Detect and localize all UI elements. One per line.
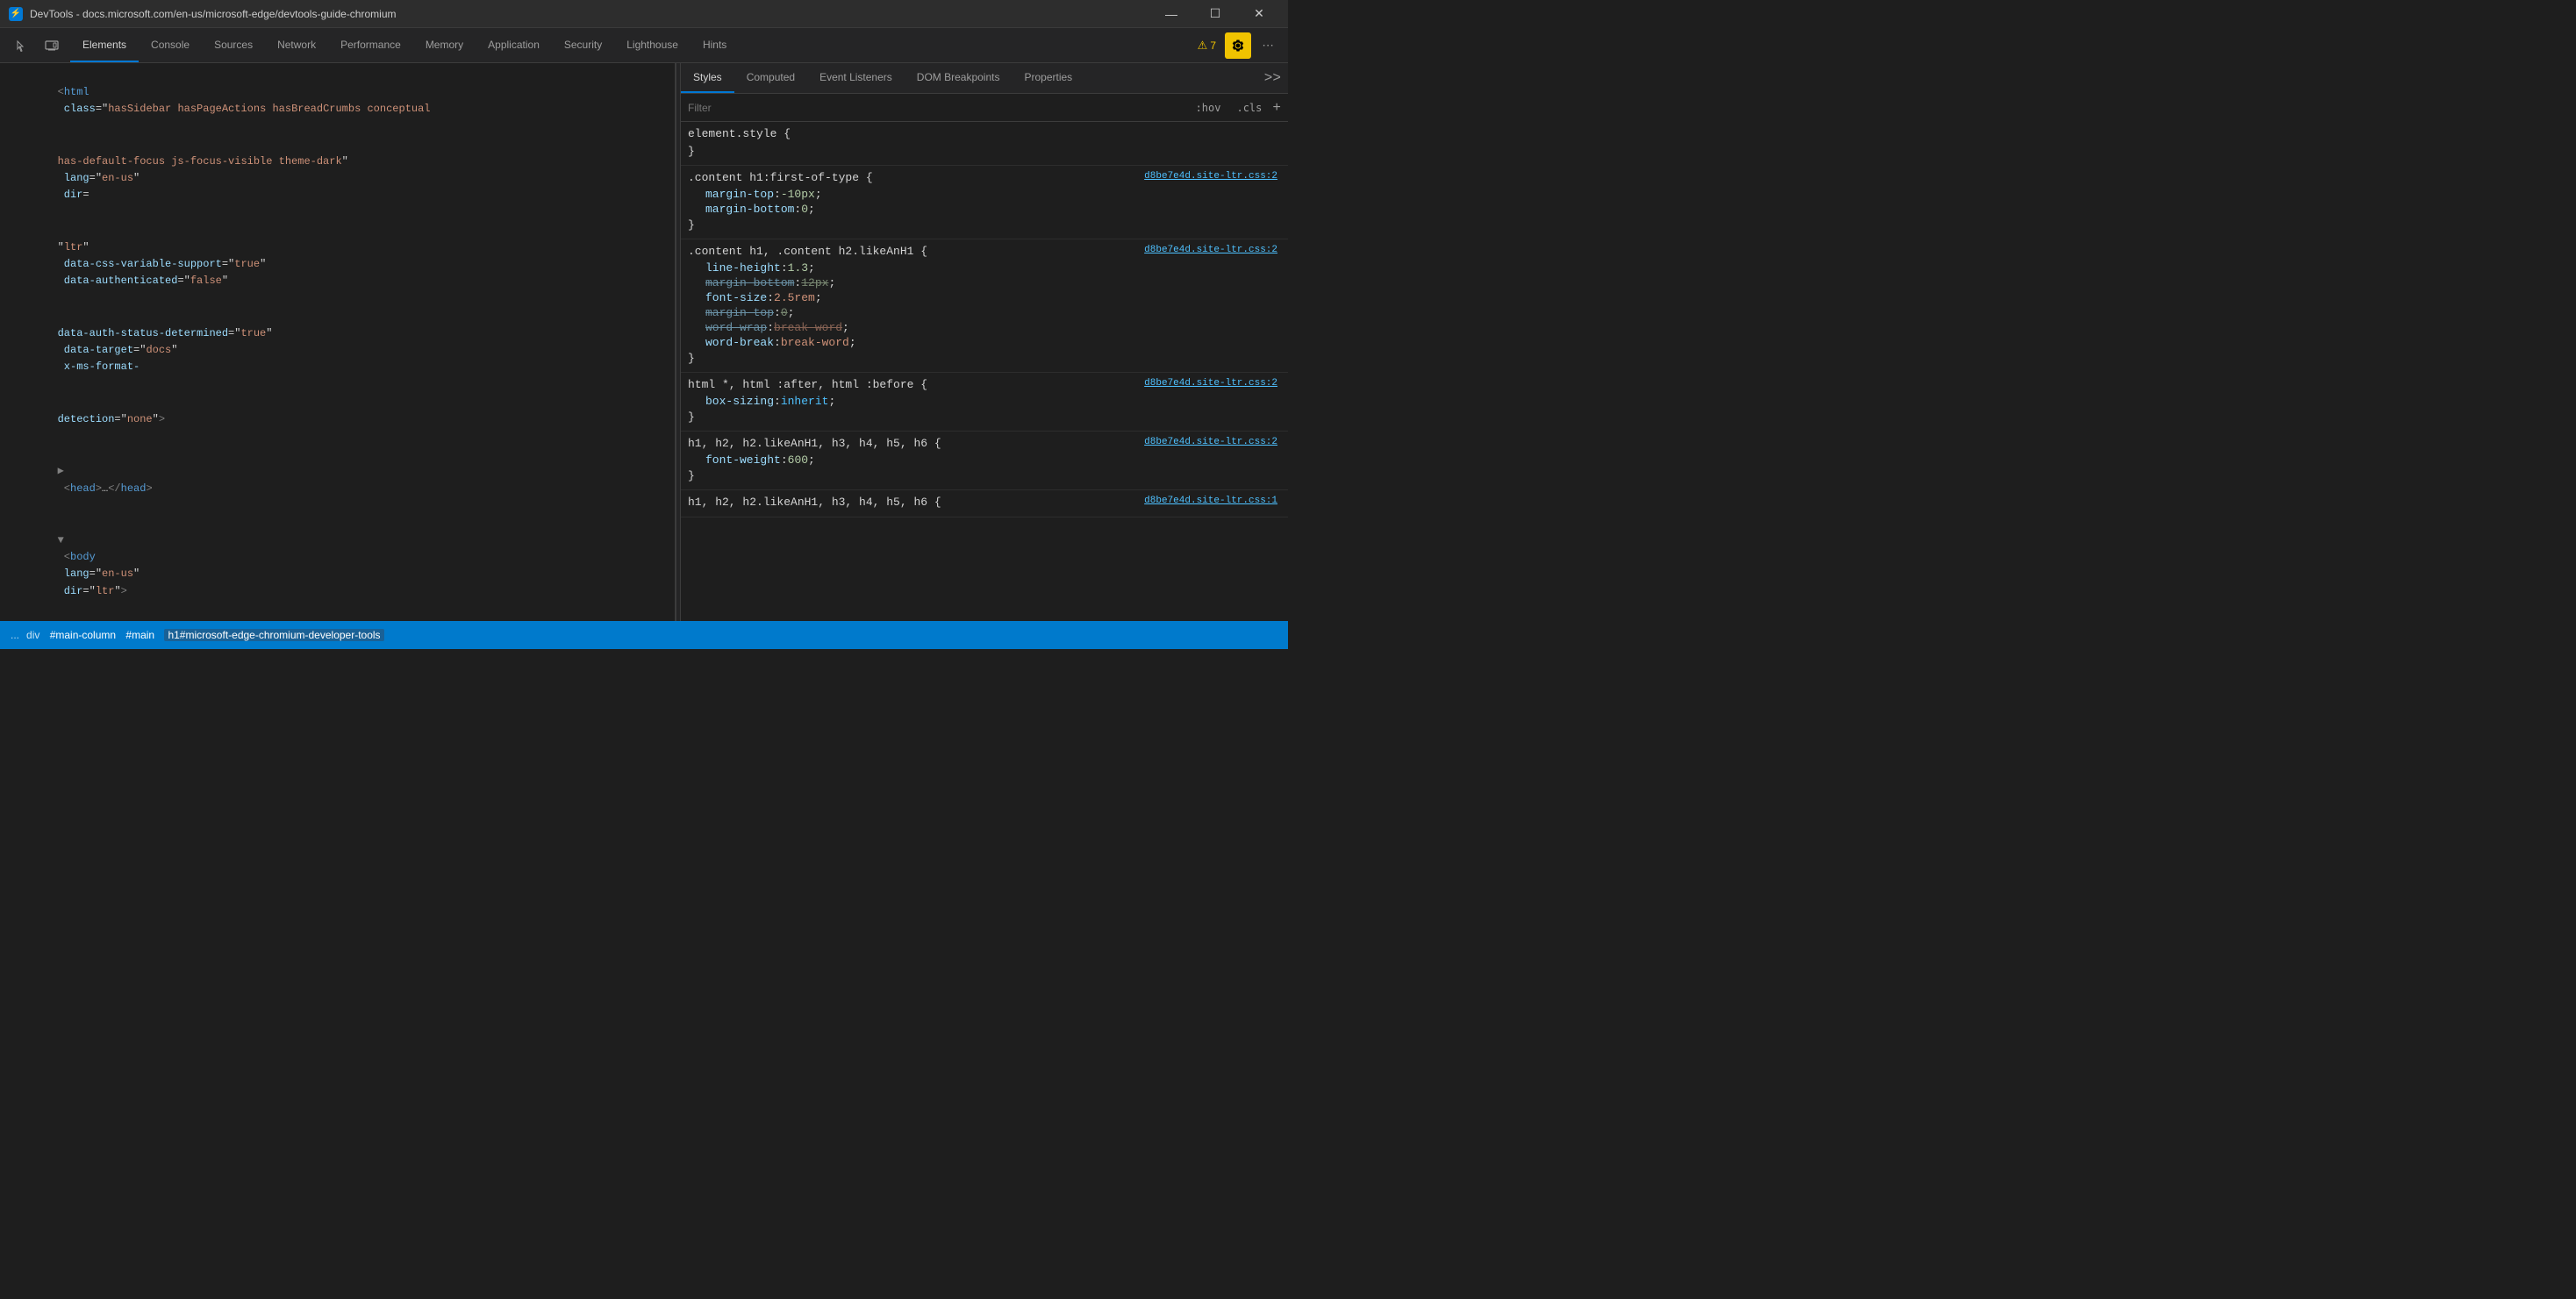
html-line: has-default-focus js-focus-visible theme…: [0, 136, 675, 222]
tab-application[interactable]: Application: [476, 28, 552, 62]
tab-bar-actions: ⚠ 7 ⋯: [1192, 28, 1288, 62]
breadcrumb-div[interactable]: div: [26, 629, 39, 641]
css-source[interactable]: d8be7e4d.site-ltr.css:2: [1144, 378, 1277, 389]
filter-input[interactable]: [688, 102, 1184, 114]
css-property: margin-bottom: 0;: [688, 202, 1277, 217]
css-property: word-break: break-word;: [688, 335, 1277, 350]
css-selector-row: .content h1, .content h2.likeAnH1 { d8be…: [688, 245, 1277, 261]
tab-styles[interactable]: Styles: [681, 63, 734, 93]
css-closing: }: [688, 143, 1277, 160]
css-rule: h1, h2, h2.likeAnH1, h3, h4, h5, h6 { d8…: [681, 432, 1288, 490]
title-bar: ⚡ DevTools - docs.microsoft.com/en-us/mi…: [0, 0, 1288, 28]
styles-panel: Styles Computed Event Listeners DOM Brea…: [681, 63, 1288, 621]
elements-panel: <html class="hasSidebar hasPageActions h…: [0, 63, 676, 621]
warning-count: 7: [1210, 39, 1216, 52]
breadcrumb-main[interactable]: #main: [125, 629, 154, 641]
status-bar: ... div #main-column #main h1#microsoft-…: [0, 621, 1288, 649]
main-layout: <html class="hasSidebar hasPageActions h…: [0, 63, 1288, 621]
breadcrumb-main-column[interactable]: #main-column: [50, 629, 116, 641]
devtools-icon: ⚡: [9, 7, 23, 21]
css-selector: .content h1:first-of-type {: [688, 171, 873, 184]
css-source[interactable]: d8be7e4d.site-ltr.css:2: [1144, 245, 1277, 255]
html-line: <html class="hasSidebar hasPageActions h…: [0, 67, 675, 136]
css-closing: }: [688, 350, 1277, 367]
html-tree[interactable]: <html class="hasSidebar hasPageActions h…: [0, 63, 675, 621]
tab-elements[interactable]: Elements: [70, 28, 139, 62]
css-rules: element.style { } .content h1:first-of-t…: [681, 122, 1288, 621]
styles-tab-bar: Styles Computed Event Listeners DOM Brea…: [681, 63, 1288, 94]
tab-security[interactable]: Security: [552, 28, 614, 62]
css-selector-row: .content h1:first-of-type { d8be7e4d.sit…: [688, 171, 1277, 187]
status-more[interactable]: ...: [11, 629, 19, 641]
css-rule: .content h1:first-of-type { d8be7e4d.sit…: [681, 166, 1288, 239]
css-selector: html *, html :after, html :before {: [688, 378, 927, 391]
css-property: word-wrap: break-word;: [688, 320, 1277, 335]
tab-memory[interactable]: Memory: [413, 28, 476, 62]
css-property: margin-top: -10px;: [688, 187, 1277, 202]
maximize-button[interactable]: ☐: [1195, 0, 1235, 28]
tab-hints[interactable]: Hints: [691, 28, 739, 62]
html-line: detection="none">: [0, 394, 675, 446]
css-selector-row: h1, h2, h2.likeAnH1, h3, h4, h5, h6 { d8…: [688, 496, 1277, 511]
html-line[interactable]: ▼ <body lang="en-us" dir="ltr">: [0, 515, 675, 617]
css-closing: }: [688, 409, 1277, 425]
css-rule: h1, h2, h2.likeAnH1, h3, h4, h5, h6 { d8…: [681, 490, 1288, 517]
css-selector-row: html *, html :after, html :before { d8be…: [688, 378, 1277, 394]
css-property: line-height: 1.3;: [688, 261, 1277, 275]
css-selector-row: h1, h2, h2.likeAnH1, h3, h4, h5, h6 { d8…: [688, 437, 1277, 453]
more-styles-tabs[interactable]: >>: [1257, 63, 1288, 93]
devtools-tab-bar: Elements Console Sources Network Perform…: [0, 28, 1288, 63]
html-line: "ltr" data-css-variable-support="true" d…: [0, 222, 675, 308]
warning-icon: ⚠: [1198, 39, 1208, 53]
window-title: DevTools - docs.microsoft.com/en-us/micr…: [30, 8, 397, 20]
filter-actions: :hov .cls +: [1191, 100, 1281, 116]
tab-computed[interactable]: Computed: [734, 63, 807, 93]
title-bar-left: ⚡ DevTools - docs.microsoft.com/en-us/mi…: [9, 7, 397, 21]
tab-properties[interactable]: Properties: [1012, 63, 1084, 93]
css-rule: .content h1, .content h2.likeAnH1 { d8be…: [681, 239, 1288, 373]
css-closing: }: [688, 467, 1277, 484]
css-rule: element.style { }: [681, 122, 1288, 166]
tab-performance[interactable]: Performance: [328, 28, 413, 62]
css-selector: h1, h2, h2.likeAnH1, h3, h4, h5, h6 {: [688, 496, 941, 509]
hov-filter[interactable]: :hov: [1191, 100, 1227, 116]
css-rule: html *, html :after, html :before { d8be…: [681, 373, 1288, 432]
css-closing: }: [688, 217, 1277, 233]
device-icon[interactable]: [39, 32, 65, 59]
css-selector-row: element.style {: [688, 127, 1277, 143]
tab-dom-breakpoints[interactable]: DOM Breakpoints: [905, 63, 1013, 93]
tab-event-listeners[interactable]: Event Listeners: [807, 63, 905, 93]
window-controls: — ☐ ✕: [1151, 0, 1279, 28]
close-button[interactable]: ✕: [1239, 0, 1279, 28]
cursor-icon[interactable]: [9, 32, 35, 59]
css-source[interactable]: d8be7e4d.site-ltr.css:2: [1144, 171, 1277, 182]
breadcrumb: div #main-column #main h1#microsoft-edge…: [26, 629, 384, 641]
breadcrumb-h1[interactable]: h1#microsoft-edge-chromium-developer-too…: [164, 629, 383, 641]
css-property: box-sizing: inherit;: [688, 394, 1277, 409]
warning-badge: ⚠ 7: [1192, 39, 1221, 53]
html-line: data-auth-status-determined="true" data-…: [0, 308, 675, 394]
minimize-button[interactable]: —: [1151, 0, 1191, 28]
css-selector: .content h1, .content h2.likeAnH1 {: [688, 245, 927, 258]
css-source[interactable]: d8be7e4d.site-ltr.css:1: [1144, 496, 1277, 506]
tab-sources[interactable]: Sources: [202, 28, 265, 62]
tab-lighthouse[interactable]: Lighthouse: [614, 28, 691, 62]
html-line[interactable]: ▶ <div style="display: none;" id="lightn…: [0, 617, 675, 621]
css-property: font-size: 2.5rem;: [688, 290, 1277, 305]
css-property: font-weight: 600;: [688, 453, 1277, 467]
cls-filter[interactable]: .cls: [1231, 100, 1267, 116]
tab-network[interactable]: Network: [265, 28, 328, 62]
filter-bar: :hov .cls +: [681, 94, 1288, 122]
add-style-rule[interactable]: +: [1272, 100, 1281, 116]
html-line[interactable]: ▶ <head>…</head>: [0, 446, 675, 515]
tab-console[interactable]: Console: [139, 28, 202, 62]
css-source[interactable]: d8be7e4d.site-ltr.css:2: [1144, 437, 1277, 447]
css-selector: element.style {: [688, 127, 791, 140]
more-tabs-button[interactable]: ⋯: [1255, 32, 1281, 59]
css-selector: h1, h2, h2.likeAnH1, h3, h4, h5, h6 {: [688, 437, 941, 450]
css-property: margin-bottom: 12px;: [688, 275, 1277, 290]
settings-button[interactable]: [1225, 32, 1251, 59]
css-property: margin-top: 0;: [688, 305, 1277, 320]
